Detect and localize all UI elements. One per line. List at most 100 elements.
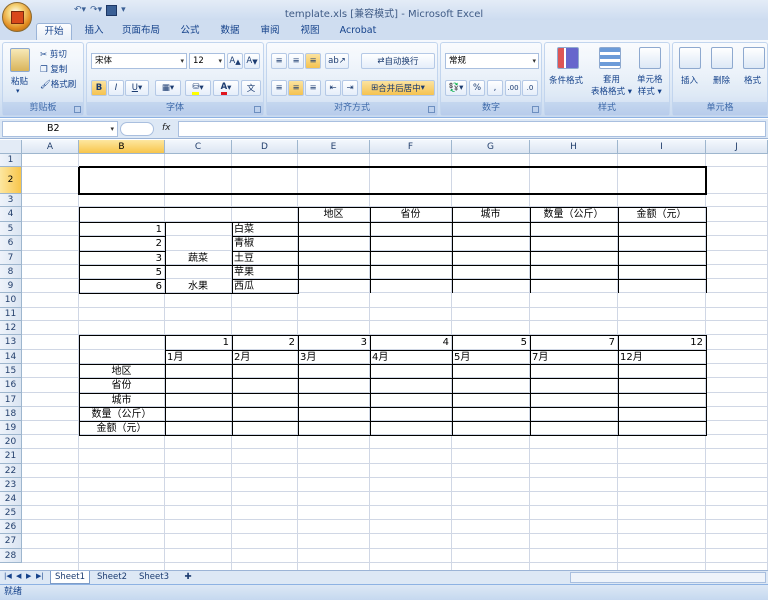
t2-num[interactable]: 5 xyxy=(452,336,527,349)
t1-header-province[interactable]: 省份 xyxy=(370,208,449,221)
row-header-4[interactable]: 4 xyxy=(0,207,22,222)
row-header-21[interactable]: 21 xyxy=(0,449,22,464)
row-header-15[interactable]: 15 xyxy=(0,364,22,378)
prev-sheet-icon[interactable]: ◀ xyxy=(16,572,21,580)
format-cells-button[interactable]: 格式 xyxy=(744,74,761,86)
clipboard-launcher-icon[interactable] xyxy=(74,106,81,113)
row-header-25[interactable]: 25 xyxy=(0,506,22,520)
font-color-button[interactable]: A ▾ xyxy=(213,80,239,96)
row-header-13[interactable]: 13 xyxy=(0,335,22,350)
t2-row-label[interactable]: 金额（元） xyxy=(79,422,162,435)
t1-item[interactable]: 苹果 xyxy=(232,266,295,279)
row-header-17[interactable]: 17 xyxy=(0,393,22,407)
column-header-f[interactable]: F xyxy=(370,140,452,154)
phonetic-button[interactable]: 文 xyxy=(241,80,261,96)
tab-insert[interactable]: 插入 xyxy=(78,23,110,40)
formula-input[interactable] xyxy=(178,121,766,137)
row-header-18[interactable]: 18 xyxy=(0,407,22,421)
align-bottom-button[interactable]: ≡ xyxy=(305,53,321,69)
number-format-select[interactable]: 常规 ▾ xyxy=(445,53,539,69)
align-middle-button[interactable]: ≡ xyxy=(288,53,304,69)
tab-page-layout[interactable]: 页面布局 xyxy=(118,23,164,40)
row-header-16[interactable]: 16 xyxy=(0,378,22,393)
accounting-format-button[interactable]: 💱 ▾ xyxy=(445,80,467,96)
bold-button[interactable]: B xyxy=(91,80,107,96)
format-as-table-button[interactable]: 套用 表格格式 ▾ xyxy=(591,74,632,98)
alignment-launcher-icon[interactable] xyxy=(428,106,435,113)
t2-month[interactable]: 7月 xyxy=(530,351,615,364)
row-header-10[interactable]: 10 xyxy=(0,293,22,308)
font-name-select[interactable]: 宋体 ▾ xyxy=(91,53,187,69)
number-launcher-icon[interactable] xyxy=(532,106,539,113)
t1-item[interactable]: 土豆 xyxy=(232,252,295,265)
t2-num[interactable]: 2 xyxy=(232,336,295,349)
t2-month[interactable]: 5月 xyxy=(452,351,527,364)
column-header-d[interactable]: D xyxy=(232,140,298,154)
t1-item[interactable]: 白菜 xyxy=(232,223,295,236)
t2-row-label[interactable]: 省份 xyxy=(79,379,162,392)
row-header-3[interactable]: 3 xyxy=(0,194,22,207)
decrease-indent-button[interactable]: ⇤ xyxy=(325,80,341,96)
tab-acrobat[interactable]: Acrobat xyxy=(334,23,382,40)
first-sheet-icon[interactable]: |◀ xyxy=(4,572,12,580)
align-top-button[interactable]: ≡ xyxy=(271,53,287,69)
align-center-button[interactable]: ≡ xyxy=(288,80,304,96)
t1-header-city[interactable]: 城市 xyxy=(452,208,527,221)
underline-button[interactable]: U ▾ xyxy=(125,80,149,96)
row-header-1[interactable]: 1 xyxy=(0,154,22,167)
decrease-decimal-button[interactable]: .0 xyxy=(522,80,538,96)
font-launcher-icon[interactable] xyxy=(254,106,261,113)
row-header-23[interactable]: 23 xyxy=(0,478,22,492)
row-header-9[interactable]: 9 xyxy=(0,279,22,293)
italic-button[interactable]: I xyxy=(108,80,124,96)
t2-month[interactable]: 2月 xyxy=(232,351,295,364)
t2-month[interactable]: 4月 xyxy=(370,351,449,364)
sheet-tab-sheet1[interactable]: Sheet1 xyxy=(50,571,90,584)
cell-styles-button[interactable]: 单元格 样式 ▾ xyxy=(637,74,663,98)
t2-num[interactable]: 12 xyxy=(618,336,703,349)
row-header-12[interactable]: 12 xyxy=(0,321,22,335)
row-header-26[interactable]: 26 xyxy=(0,520,22,534)
wrap-text-button[interactable]: ⇄ 自动换行 xyxy=(361,53,435,69)
column-header-g[interactable]: G xyxy=(452,140,530,154)
t1-category-vegetable[interactable]: 蔬菜 xyxy=(165,252,229,265)
horizontal-scrollbar[interactable] xyxy=(570,572,766,583)
row-header-11[interactable]: 11 xyxy=(0,308,22,321)
row-header-7[interactable]: 7 xyxy=(0,251,22,265)
t2-num[interactable]: 1 xyxy=(165,336,229,349)
delete-cells-button[interactable]: 删除 xyxy=(713,74,730,86)
paste-dropdown-icon[interactable]: ▾ xyxy=(16,87,20,95)
t2-month[interactable]: 1月 xyxy=(165,351,229,364)
align-left-button[interactable]: ≡ xyxy=(271,80,287,96)
row-header-20[interactable]: 20 xyxy=(0,435,22,449)
insert-sheet-icon[interactable]: ✚ xyxy=(178,571,198,584)
select-all-corner[interactable] xyxy=(0,140,22,154)
office-button[interactable] xyxy=(2,2,32,32)
column-header-e[interactable]: E xyxy=(298,140,370,154)
worksheet-grid[interactable]: ABCDEFGHIJ 1 2 3 4 5 6 7 8 9 10 11 12 13 14 15 16 17 18 19… xyxy=(0,140,768,570)
column-header-b[interactable]: B xyxy=(79,140,165,154)
row-header-14[interactable]: 14 xyxy=(0,350,22,364)
tab-home[interactable]: 开始 xyxy=(36,23,72,40)
increase-decimal-button[interactable]: .00 xyxy=(505,80,521,96)
fx-icon[interactable]: fx xyxy=(162,123,171,133)
tab-view[interactable]: 视图 xyxy=(294,23,326,40)
t1-header-amount[interactable]: 金额（元） xyxy=(618,208,703,221)
t2-month[interactable]: 3月 xyxy=(298,351,367,364)
t1-num[interactable]: 5 xyxy=(79,266,162,279)
tab-data[interactable]: 数据 xyxy=(214,23,246,40)
orientation-button[interactable]: ab↗ xyxy=(325,53,349,69)
insert-cells-button[interactable]: 插入 xyxy=(681,74,698,86)
t2-num[interactable]: 7 xyxy=(530,336,615,349)
t2-row-label[interactable]: 地区 xyxy=(79,365,162,378)
last-sheet-icon[interactable]: ▶| xyxy=(36,572,44,580)
sheet-tab-sheet2[interactable]: Sheet2 xyxy=(92,571,132,584)
row-header-19[interactable]: 19 xyxy=(0,421,22,435)
t2-row-label[interactable]: 城市 xyxy=(79,394,162,407)
shrink-font-button[interactable]: A ▼ xyxy=(244,53,260,69)
column-header-j[interactable]: J xyxy=(706,140,768,154)
sheet-tab-sheet3[interactable]: Sheet3 xyxy=(134,571,174,584)
t1-item[interactable]: 青椒 xyxy=(232,237,295,250)
fill-color-button[interactable]: ⛁ ▾ xyxy=(185,80,211,96)
borders-button[interactable]: ▦ ▾ xyxy=(155,80,181,96)
